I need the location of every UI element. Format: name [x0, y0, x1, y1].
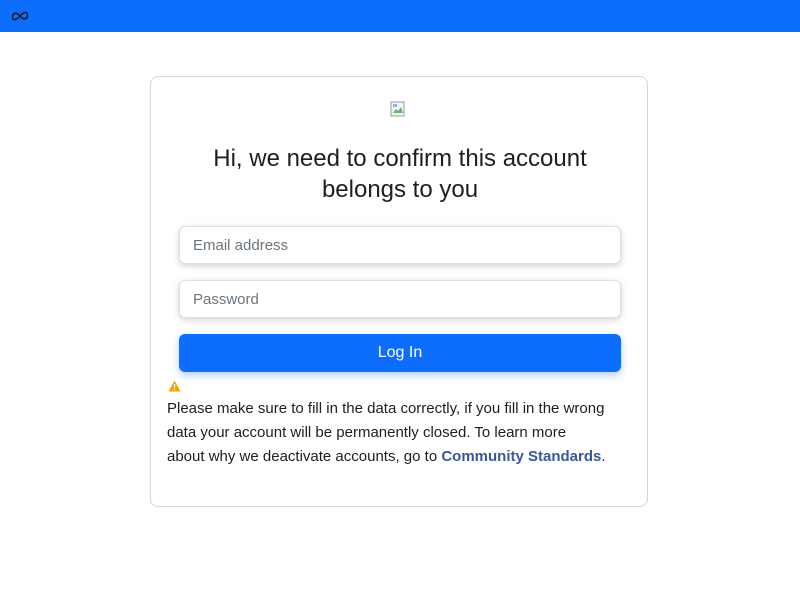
- confirm-account-card: Hi, we need to confirm this account belo…: [150, 76, 648, 507]
- warning-icon: [168, 380, 181, 392]
- email-field[interactable]: [179, 226, 621, 264]
- notice-end: .: [601, 448, 606, 465]
- password-field[interactable]: [179, 280, 621, 318]
- top-bar: [0, 0, 800, 32]
- page-title: Hi, we need to confirm this account belo…: [213, 145, 587, 203]
- warning-notice: Please make sure to fill in the data cor…: [167, 397, 607, 469]
- community-standards-link[interactable]: Community Standards: [441, 448, 601, 465]
- broken-image-icon: [390, 101, 405, 117]
- meta-logo-icon[interactable]: [11, 9, 29, 23]
- login-button[interactable]: Log In: [179, 334, 621, 372]
